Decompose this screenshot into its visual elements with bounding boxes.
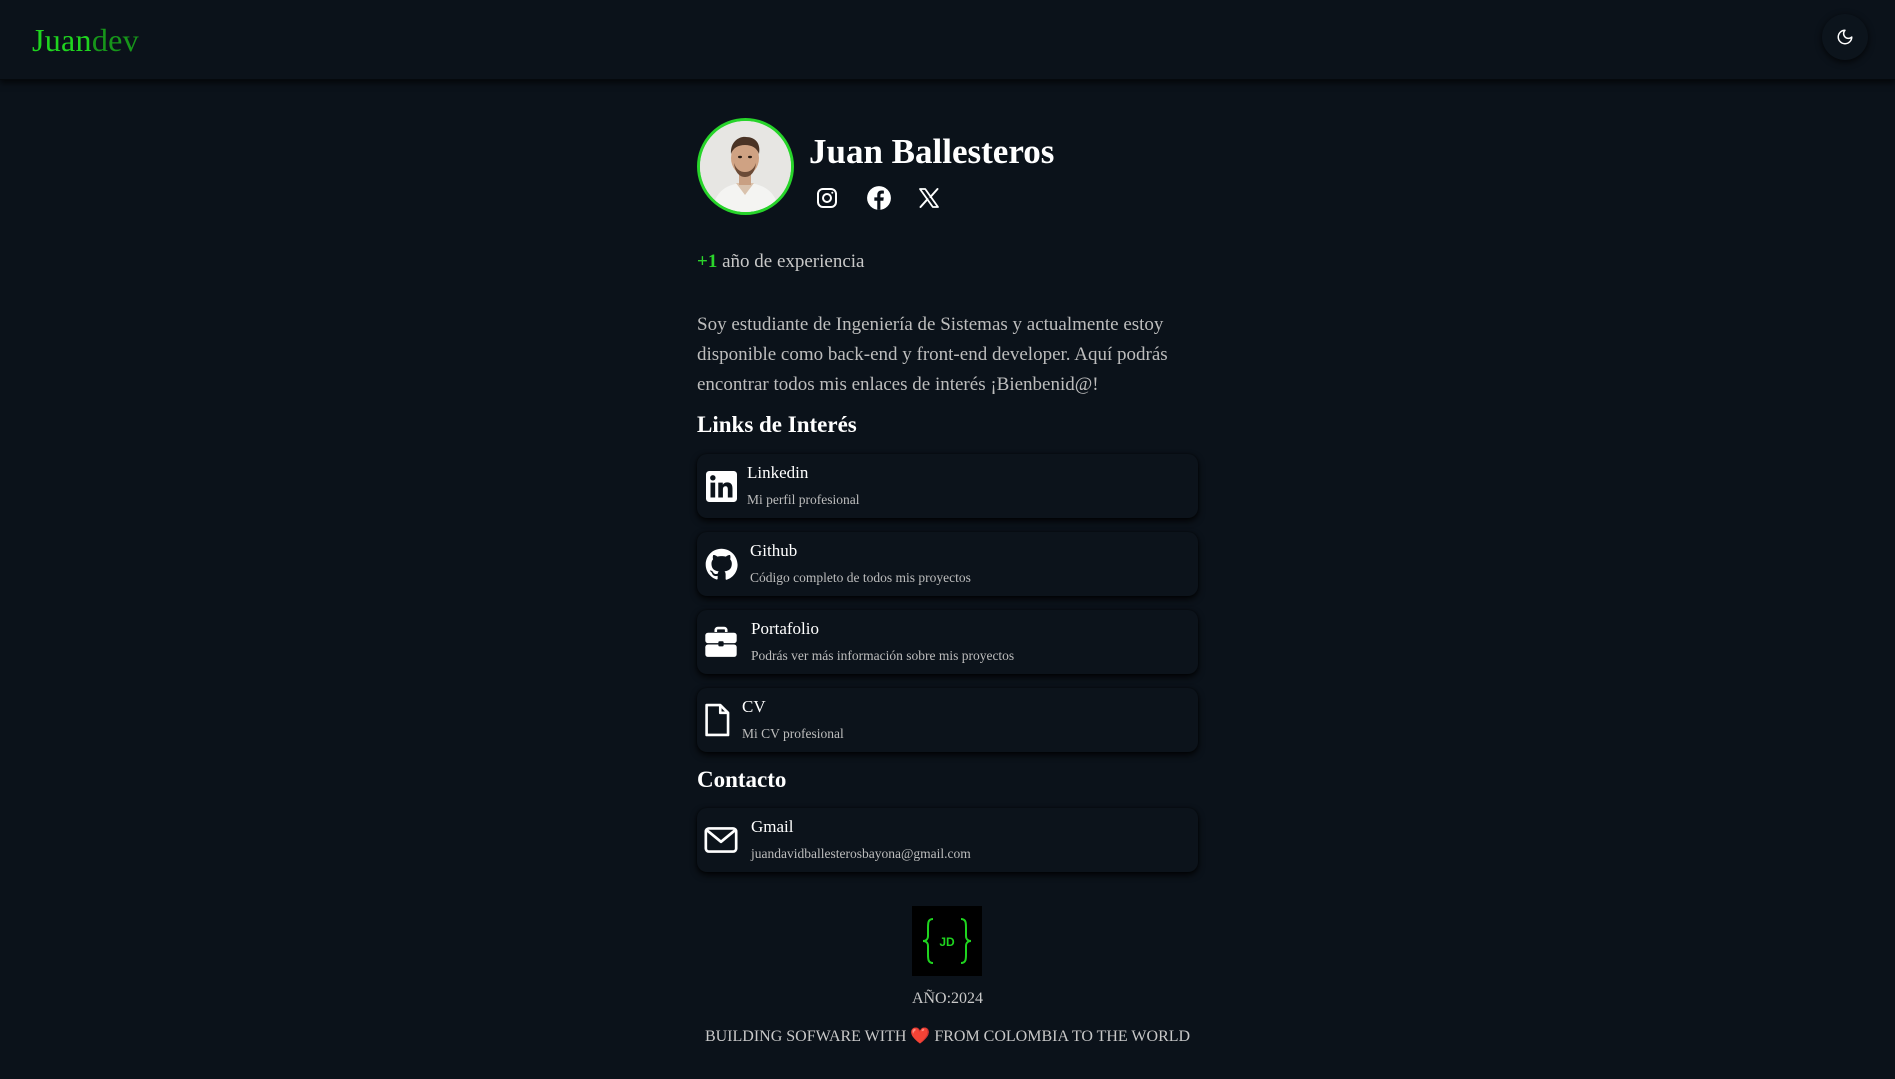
top-navbar: Juandev [0, 0, 1895, 80]
facebook-link[interactable] [866, 182, 917, 214]
contact-card-gmail[interactable]: Gmail juandavidballesterosbayona@gmail.c… [697, 808, 1198, 872]
instagram-link[interactable] [815, 182, 866, 214]
site-logo[interactable]: Juandev [32, 22, 139, 59]
x-icon [919, 188, 939, 208]
links-section-title: Links de Interés [697, 412, 857, 437]
bio-text: Soy estudiante de Ingeniería de Sistemas… [697, 314, 1168, 395]
tagline-end: FROM COLOMBIA TO THE WORLD [930, 1028, 1191, 1045]
footer-logo-text: JD [939, 935, 955, 949]
profile-photo [700, 121, 791, 212]
link-title: CV [742, 697, 766, 716]
link-description: Mi CV profesional [742, 726, 844, 741]
github-icon [704, 546, 738, 582]
profile-name: Juan Ballesteros [809, 132, 1055, 171]
tagline-start: BUILDING SOFWARE WITH [704, 1028, 911, 1045]
facebook-icon [867, 186, 891, 210]
link-title: Portafolio [751, 619, 819, 638]
theme-toggle-button[interactable] [1822, 14, 1868, 60]
contact-section-title: Contacto [697, 767, 787, 792]
envelope-icon [704, 822, 738, 858]
instagram-icon [817, 188, 837, 208]
link-card-github[interactable]: Github Código completo de todos mis proy… [697, 532, 1198, 596]
file-icon [704, 702, 730, 738]
social-links [815, 182, 968, 214]
footer-year: AÑO:2024 [911, 990, 984, 1007]
link-card-linkedin[interactable]: Linkedin Mi perfil profesional [697, 454, 1198, 518]
contact-title: Gmail [751, 817, 794, 836]
link-card-cv[interactable]: CV Mi CV profesional [697, 688, 1198, 752]
briefcase-icon [704, 624, 738, 660]
logo-part-juan: Juan [32, 22, 92, 58]
experience-label: año de experiencia [717, 251, 865, 272]
link-description: Podrás ver más información sobre mis pro… [751, 648, 1015, 663]
heart-icon: ❤️ [910, 1028, 931, 1045]
logo-part-dev: dev [91, 22, 139, 58]
profile-header: Juan Ballesteros [697, 118, 1199, 218]
link-title: Github [750, 541, 798, 560]
x-link[interactable] [917, 182, 968, 214]
link-description: Mi perfil profesional [747, 492, 860, 507]
moon-icon [1837, 29, 1853, 45]
link-title: Linkedin [747, 463, 809, 482]
main-content: Juan Ballesteros +1 año de experiencia S… [697, 118, 1199, 872]
experience-years: +1 [697, 251, 718, 272]
footer-logo: JD [912, 906, 982, 976]
link-description: Código completo de todos mis proyectos [750, 570, 971, 585]
footer-tagline: BUILDING SOFWARE WITH ❤️ FROM COLOMBIA T… [0, 1026, 1895, 1046]
link-card-portafolio[interactable]: Portafolio Podrás ver más información so… [697, 610, 1198, 674]
experience-text: +1 año de experiencia [697, 251, 865, 273]
contact-email: juandavidballesterosbayona@gmail.com [751, 846, 971, 861]
avatar [697, 118, 794, 215]
linkedin-icon [704, 468, 738, 504]
